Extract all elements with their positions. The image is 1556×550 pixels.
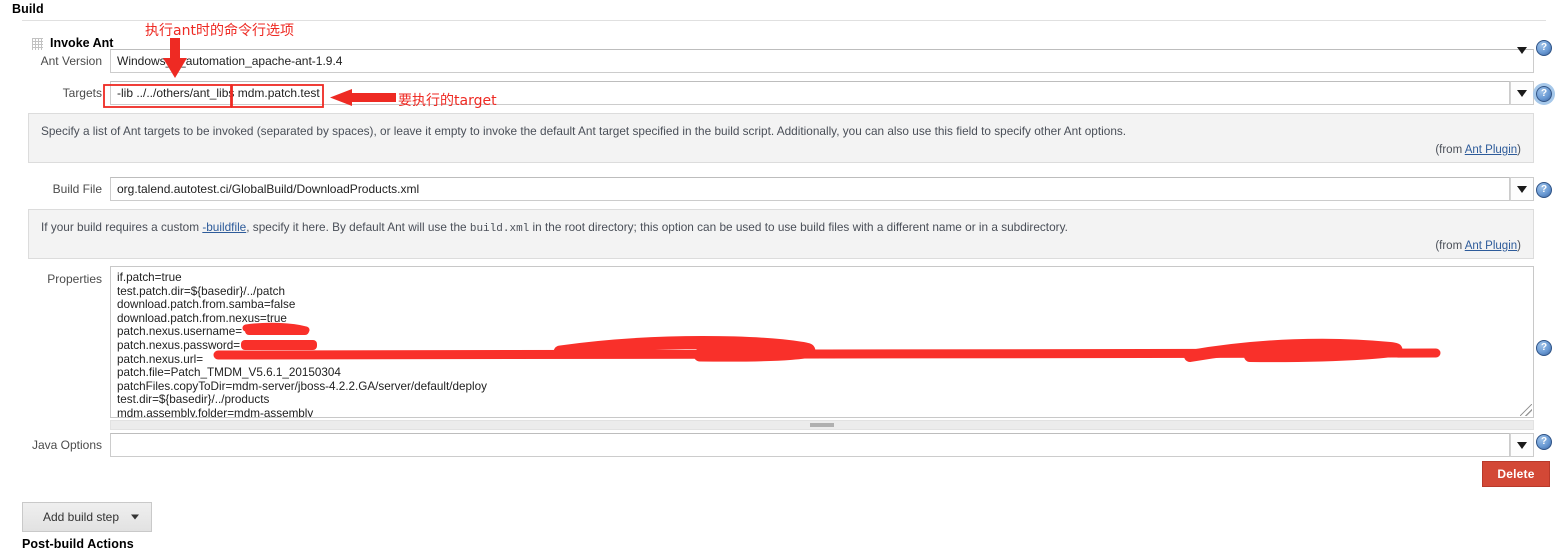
properties-textarea[interactable]: if.patch=true test.patch.dir=${basedir}/… bbox=[110, 266, 1534, 418]
label-build-file: Build File bbox=[52, 182, 102, 196]
annotation-command-line-options: 执行ant时的命令行选项 bbox=[145, 23, 294, 39]
chevron-down-icon bbox=[1517, 89, 1527, 97]
properties-drag-strip[interactable] bbox=[110, 420, 1534, 430]
help-icon-properties[interactable]: ? bbox=[1536, 340, 1552, 356]
java-options-input[interactable] bbox=[110, 433, 1510, 457]
label-java-options: Java Options bbox=[31, 438, 102, 452]
chevron-down-icon[interactable] bbox=[1517, 47, 1528, 68]
ant-version-select[interactable]: Windows_4_automation_apache-ant-1.9.4 bbox=[110, 49, 1534, 73]
help-icon-java-options[interactable]: ? bbox=[1536, 434, 1552, 450]
jenkins-build-config-page: Build Invoke Ant Ant Version Windows_4_a… bbox=[0, 0, 1556, 550]
build-file-help-part3: in the root directory; this option can b… bbox=[529, 220, 1068, 234]
redaction-username bbox=[245, 327, 309, 335]
help-icon-targets[interactable]: ? bbox=[1536, 86, 1552, 102]
chevron-down-icon bbox=[1517, 185, 1527, 193]
chevron-down-icon bbox=[131, 514, 139, 520]
build-step-invoke-ant: Invoke Ant Ant Version Windows_4_automat… bbox=[22, 30, 1534, 490]
build-file-help-source: (from Ant Plugin) bbox=[1435, 240, 1521, 252]
help-icon-ant-version[interactable]: ? bbox=[1536, 40, 1552, 56]
targets-input[interactable]: -lib ../../others/ant_libs mdm.patch.tes… bbox=[110, 81, 1510, 105]
build-xml-code: build.xml bbox=[469, 223, 530, 235]
java-options-dropdown-button[interactable] bbox=[1510, 433, 1534, 457]
chevron-down-icon bbox=[1517, 441, 1527, 449]
section-title-post-build: Post-build Actions bbox=[22, 537, 134, 550]
build-file-help-part1: If your build requires a custom bbox=[41, 220, 203, 234]
redaction-password bbox=[241, 340, 317, 350]
add-build-step-button[interactable]: Add build step bbox=[22, 502, 152, 532]
build-step-title: Invoke Ant bbox=[50, 36, 114, 50]
label-ant-version: Ant Version bbox=[40, 54, 102, 68]
section-title-build: Build bbox=[12, 2, 44, 16]
ant-plugin-link-2[interactable]: Ant Plugin bbox=[1465, 240, 1517, 252]
resize-grip-icon[interactable] bbox=[1520, 404, 1532, 416]
targets-help-sentence: Specify a list of Ant targets to be invo… bbox=[41, 124, 1127, 138]
build-file-help-part2: , specify it here. By default Ant will u… bbox=[246, 220, 470, 234]
delete-button[interactable]: Delete bbox=[1482, 461, 1550, 487]
build-file-help-text: If your build requires a custom -buildfi… bbox=[28, 209, 1534, 259]
build-file-input[interactable]: org.talend.autotest.ci/GlobalBuild/Downl… bbox=[110, 177, 1510, 201]
buildfile-option-link[interactable]: -buildfile bbox=[202, 220, 246, 234]
build-file-dropdown-button[interactable] bbox=[1510, 177, 1534, 201]
drag-grip-icon[interactable] bbox=[32, 38, 43, 50]
label-properties: Properties bbox=[47, 272, 102, 286]
help-icon-build-file[interactable]: ? bbox=[1536, 182, 1552, 198]
add-build-step-label: Add build step bbox=[42, 510, 120, 524]
targets-help-source: (from Ant Plugin) bbox=[1435, 144, 1521, 156]
ant-plugin-link[interactable]: Ant Plugin bbox=[1465, 144, 1517, 156]
targets-help-text: Specify a list of Ant targets to be invo… bbox=[28, 113, 1534, 163]
label-targets: Targets bbox=[62, 86, 102, 100]
annotation-target-to-run: 要执行的target bbox=[398, 93, 497, 109]
targets-dropdown-button[interactable] bbox=[1510, 81, 1534, 105]
